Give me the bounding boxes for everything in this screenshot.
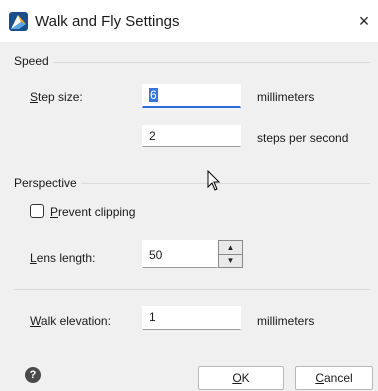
steps-per-second-unit: steps per second [257, 131, 349, 145]
speed-group-border [14, 62, 370, 63]
walk-elevation-unit: millimeters [257, 314, 315, 328]
prevent-clipping-checkbox[interactable] [30, 204, 44, 218]
lens-length-spinner: ▲ ▼ [218, 240, 243, 268]
ok-mnemonic: O [232, 371, 242, 385]
lens-length-label: Lens length: [30, 251, 95, 265]
walk-elevation-label: Walk elevation: [30, 314, 111, 328]
walk-elevation-value: 1 [149, 310, 156, 324]
cancel-mnemonic: C [315, 371, 324, 385]
cancel-label: ancel [323, 371, 353, 385]
walk-elevation-label-text: alk elevation: [40, 314, 111, 328]
step-size-input[interactable]: 6 [142, 84, 241, 108]
walk-elevation-input[interactable]: 1 [142, 306, 241, 330]
lens-length-value: 50 [149, 248, 163, 262]
cancel-button[interactable]: Cancel [295, 366, 373, 390]
help-icon[interactable]: ? [25, 367, 41, 383]
steps-per-second-input[interactable]: 2 [142, 125, 241, 147]
prevent-clipping-mnemonic: P [50, 205, 59, 219]
spin-down-button[interactable]: ▼ [219, 254, 242, 267]
app-logo-icon [9, 12, 28, 31]
lens-length-input[interactable]: 50 [142, 240, 218, 268]
step-size-label-text: tep size: [38, 90, 83, 104]
mouse-cursor-icon [207, 170, 221, 191]
perspective-group-legend: Perspective [14, 176, 81, 190]
walk-elevation-mnemonic: W [30, 314, 41, 328]
step-size-label: Step size: [30, 90, 83, 104]
close-button[interactable]: × [352, 9, 376, 33]
prevent-clipping-label[interactable]: Prevent clipping [50, 205, 135, 219]
lens-length-mnemonic: L [30, 251, 37, 265]
spin-up-button[interactable]: ▲ [219, 241, 242, 255]
step-size-mnemonic: S [30, 90, 39, 104]
step-size-unit: millimeters [257, 90, 315, 104]
ok-label: K [241, 371, 250, 385]
speed-group-legend: Speed [14, 54, 53, 68]
prevent-clipping-label-text: revent clipping [58, 205, 136, 219]
lens-length-label-text: ens length: [36, 251, 96, 265]
step-size-value: 6 [149, 88, 158, 102]
steps-per-second-value: 2 [149, 129, 156, 143]
window-title: Walk and Fly Settings [35, 13, 180, 30]
title-bar: Walk and Fly Settings × [0, 0, 378, 42]
walk-separator [14, 289, 370, 290]
ok-button[interactable]: OK [198, 366, 284, 390]
